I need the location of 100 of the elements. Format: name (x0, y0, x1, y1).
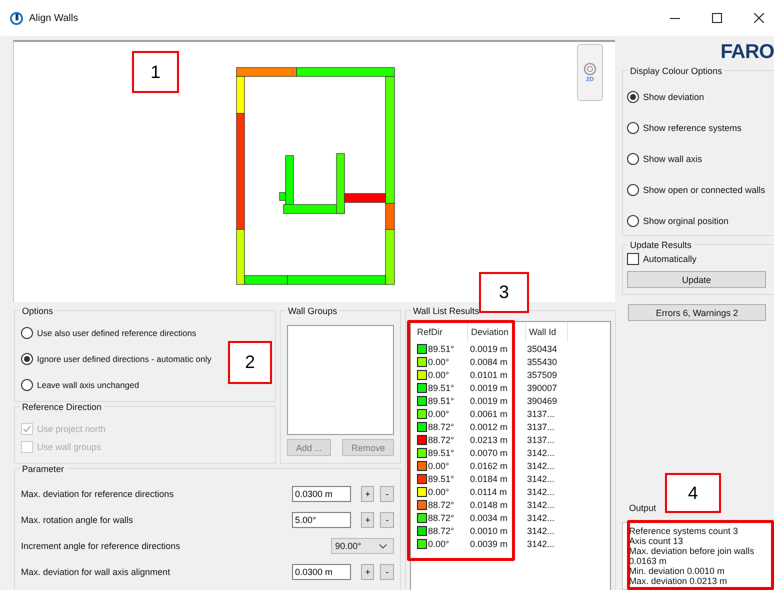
table-cell: 88.72° (428, 512, 454, 522)
table-cell-text: 3137... (526, 434, 556, 444)
group-title: Parameter (20, 464, 66, 474)
input-field[interactable]: 0.0300 m (292, 564, 351, 580)
checkbox-label: Use wall groups (37, 442, 102, 452)
table-cell-text: 3142... (526, 486, 556, 496)
table-cell-text: 3142... (526, 460, 556, 470)
radio-button[interactable] (627, 184, 639, 196)
parameter-label: Max. deviation for reference directions (21, 489, 175, 499)
table-cell: 88.72° (428, 526, 454, 536)
window-title: Align Walls (29, 12, 78, 24)
maximize-icon[interactable] (712, 13, 722, 23)
table-cell: 0.00° (428, 356, 450, 366)
increment-button[interactable]: + (360, 486, 374, 502)
option-label: Show orginal position (643, 216, 729, 226)
checkbox-label: Use project north (37, 424, 106, 434)
table-cell-text: 3142... (526, 538, 556, 548)
checkbox[interactable] (627, 253, 639, 265)
table-cell: 0.00° (428, 370, 450, 380)
column-header[interactable]: Deviation (468, 322, 526, 342)
table-cell-text: 0.0019 m (469, 382, 509, 392)
errors-warnings-button[interactable]: Errors 6, Warnings 2 (628, 304, 766, 321)
radio-button[interactable] (627, 214, 639, 226)
parameter-label: Increment angle for reference directions (21, 541, 182, 551)
option-label: Ignore user defined directions - automatic only (37, 354, 212, 364)
decrement-button[interactable]: - (380, 564, 394, 580)
table-cell-text: 3137... (526, 408, 556, 418)
group-title: Output (627, 503, 658, 513)
table-cell: 89.51° (428, 344, 454, 354)
table-cell-text: 0.0034 m (469, 512, 509, 522)
dropdown[interactable]: 90.00° (331, 538, 394, 554)
table-cell-text: 3142... (526, 474, 556, 484)
table-cell-text: 3142... (526, 526, 556, 536)
table-cell-text: 355430 (526, 356, 558, 366)
table-cell: 88.72° (428, 422, 454, 432)
radio-button[interactable] (627, 90, 639, 102)
table-cell-text: 0.0213 m (469, 434, 509, 444)
parameter-label: Max. deviation for wall axis alignment (21, 567, 172, 577)
decrement-button[interactable]: - (380, 486, 394, 502)
option-label: Show wall axis (643, 154, 702, 164)
group-title: Update Results (628, 240, 694, 250)
option-label: Use also user defined reference directions (37, 328, 196, 338)
radio-button[interactable] (21, 379, 33, 391)
decrement-button[interactable]: - (380, 512, 394, 528)
table-cell-text: 3142... (526, 448, 556, 458)
radio-button[interactable] (627, 152, 639, 164)
radio-button[interactable] (627, 122, 639, 134)
callout-label: 2 (228, 341, 272, 384)
app-icon (10, 12, 23, 24)
table-cell-text: 350434 (526, 344, 558, 354)
column-header[interactable]: RefDir (414, 322, 468, 342)
table-cell-text: 0.0039 m (469, 538, 509, 548)
column-header[interactable]: Wall Id (526, 322, 568, 342)
table-cell-text: 3142... (526, 512, 556, 522)
increment-button[interactable]: + (360, 564, 374, 580)
option-label: Show reference systems (643, 122, 742, 132)
group-title: Reference Direction (20, 402, 104, 412)
logo: FARO (720, 40, 774, 64)
callout-label: 4 (665, 473, 721, 513)
option-label: Show deviation (643, 92, 704, 102)
table-cell: 0.00° (428, 538, 450, 548)
table-cell-text: 0.0184 m (469, 474, 509, 484)
input-field[interactable]: 0.0300 m (292, 486, 351, 502)
table-cell-text: 0.0061 m (469, 408, 509, 418)
input-field[interactable]: 5.00° (292, 512, 351, 528)
output-line: Axis count 13 (629, 536, 684, 546)
caret-icon (379, 544, 387, 548)
group-title: Display Colour Options (628, 66, 724, 76)
table-cell-text: 0.0148 m (469, 500, 509, 510)
radio-button[interactable] (21, 353, 33, 365)
group-title: Options (20, 306, 56, 316)
table-cell-text: 0.0162 m (469, 460, 509, 470)
table-cell-text: 0.0101 m (469, 370, 509, 380)
table-cell: 0.00° (428, 408, 450, 418)
option-label: Leave wall axis unchanged (37, 380, 140, 390)
group-title: Wall Groups (286, 306, 340, 316)
table-cell-text: 0.0019 m (469, 344, 509, 354)
table-cell-text: 3137... (526, 422, 556, 432)
output-line: 0.0163 m (629, 556, 668, 566)
table-cell: 89.51° (428, 382, 454, 392)
wall-groups-list[interactable] (287, 325, 394, 435)
table-cell-text: 0.0019 m (469, 396, 509, 406)
table-cell-text: 3142... (526, 500, 556, 510)
group-title: Wall List Results (411, 306, 482, 316)
table-cell-text: 390007 (526, 382, 558, 392)
table-cell-text: 0.0114 m (469, 486, 508, 496)
update-button[interactable]: Update (627, 271, 766, 288)
checkbox-label: Automatically (643, 254, 697, 264)
table-cell: 89.51° (428, 396, 454, 406)
option-label: Show open or connected walls (643, 184, 766, 194)
callout-label: 1 (132, 51, 179, 93)
close-icon[interactable] (754, 13, 764, 23)
increment-button[interactable]: + (360, 512, 374, 528)
table-cell-text: 0.0084 m (469, 356, 509, 366)
table-cell-text: 0.0010 m (469, 526, 509, 536)
radio-button[interactable] (21, 327, 33, 339)
table-cell: 0.00° (428, 460, 450, 470)
table-cell-text: 390469 (526, 396, 558, 406)
table-cell-text: 0.0070 m (469, 448, 509, 458)
table-cell: 89.51° (428, 448, 454, 458)
